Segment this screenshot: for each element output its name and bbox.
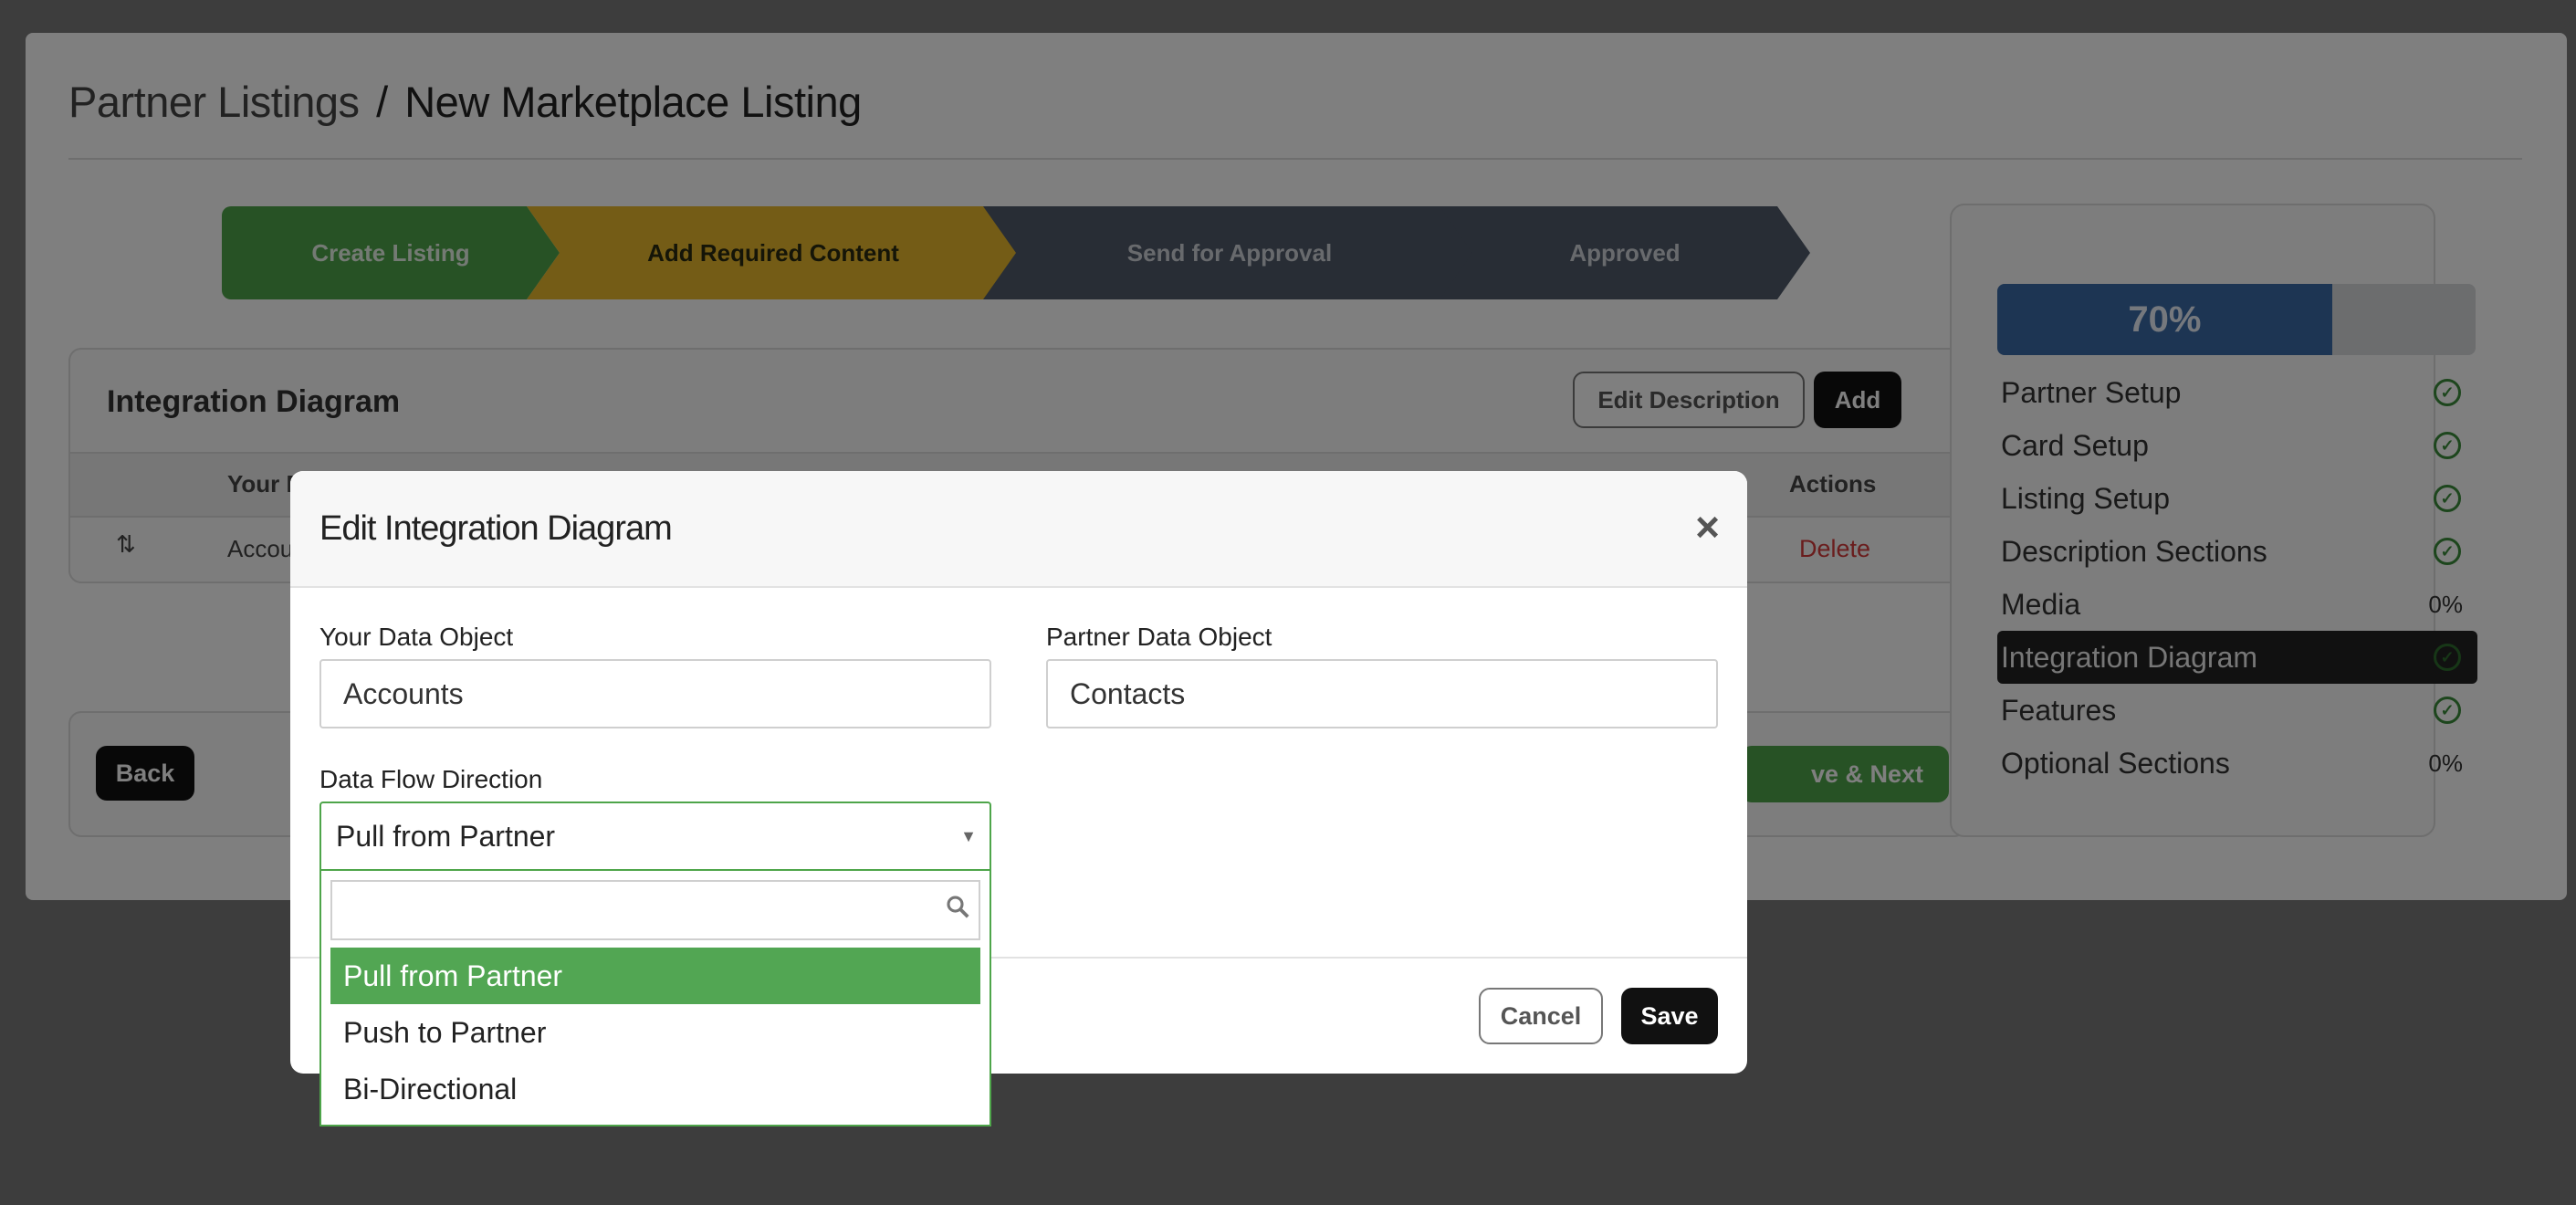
data-flow-direction-select[interactable]: Pull from Partner ▼ <box>319 802 991 871</box>
modal-header: Edit Integration Diagram × <box>290 471 1747 588</box>
partner-data-object-label: Partner Data Object <box>1046 623 1272 651</box>
your-data-object-label: Your Data Object <box>319 623 514 651</box>
option-bi-directional[interactable]: Bi-Directional <box>330 1061 980 1117</box>
option-push-to-partner[interactable]: Push to Partner <box>330 1004 980 1061</box>
data-flow-direction-dropdown: Pull from Partner Push to Partner Bi-Dir… <box>319 871 991 1126</box>
option-pull-from-partner[interactable]: Pull from Partner <box>330 948 980 1004</box>
close-icon[interactable]: × <box>1695 502 1720 551</box>
save-button[interactable]: Save <box>1621 988 1718 1044</box>
chevron-down-icon: ▼ <box>960 827 977 845</box>
search-icon <box>947 896 969 918</box>
your-data-object-input[interactable]: Accounts <box>319 659 991 728</box>
modal-title: Edit Integration Diagram <box>319 509 673 548</box>
dropdown-search-input[interactable] <box>330 880 980 940</box>
data-flow-direction-label: Data Flow Direction <box>319 765 543 793</box>
partner-data-object-input[interactable]: Contacts <box>1046 659 1718 728</box>
cancel-button[interactable]: Cancel <box>1479 988 1603 1044</box>
select-value: Pull from Partner <box>336 819 556 853</box>
